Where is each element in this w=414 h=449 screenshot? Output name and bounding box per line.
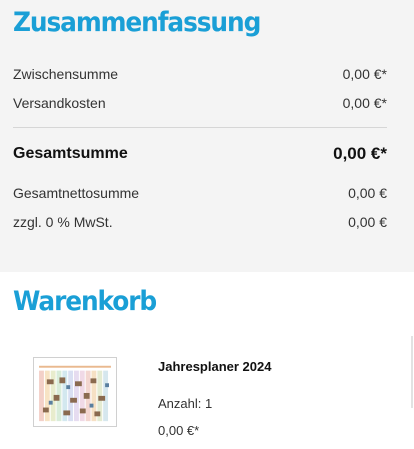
net-total-row: Gesamtnettosumme 0,00 € [13, 185, 387, 201]
vat-row: zzgl. 0 % MwSt. 0,00 € [13, 214, 387, 230]
subtotal-row: Zwischensumme 0,00 €* [13, 66, 387, 82]
shipping-row: Versandkosten 0,00 €* [13, 95, 387, 111]
product-name[interactable]: Jahresplaner 2024 [158, 359, 271, 374]
vat-label: zzgl. 0 % MwSt. [13, 214, 113, 230]
product-thumbnail[interactable] [33, 357, 117, 427]
net-total-value: 0,00 € [348, 185, 387, 201]
total-value: 0,00 €* [333, 144, 387, 163]
scroll-edge [411, 336, 413, 408]
product-quantity: Anzahl: 1 [158, 396, 213, 411]
subtotal-value: 0,00 €* [342, 66, 387, 82]
total-row: Gesamtsumme 0,00 €* [13, 144, 387, 164]
vat-value: 0,00 € [348, 214, 387, 230]
product-price: 0,00 €* [158, 423, 200, 438]
summary-panel: Zusammenfassung Zwischensumme 0,00 €* Ve… [0, 0, 414, 272]
calendar-planner-image [34, 358, 116, 426]
total-label: Gesamtsumme [13, 145, 128, 162]
shipping-value: 0,00 €* [342, 95, 387, 111]
summary-divider [13, 127, 387, 128]
cart-title: Warenkorb [13, 286, 157, 317]
subtotal-label: Zwischensumme [13, 66, 119, 82]
summary-title: Zusammenfassung [13, 7, 261, 38]
shipping-label: Versandkosten [13, 95, 106, 111]
net-total-label: Gesamtnettosumme [13, 185, 140, 201]
